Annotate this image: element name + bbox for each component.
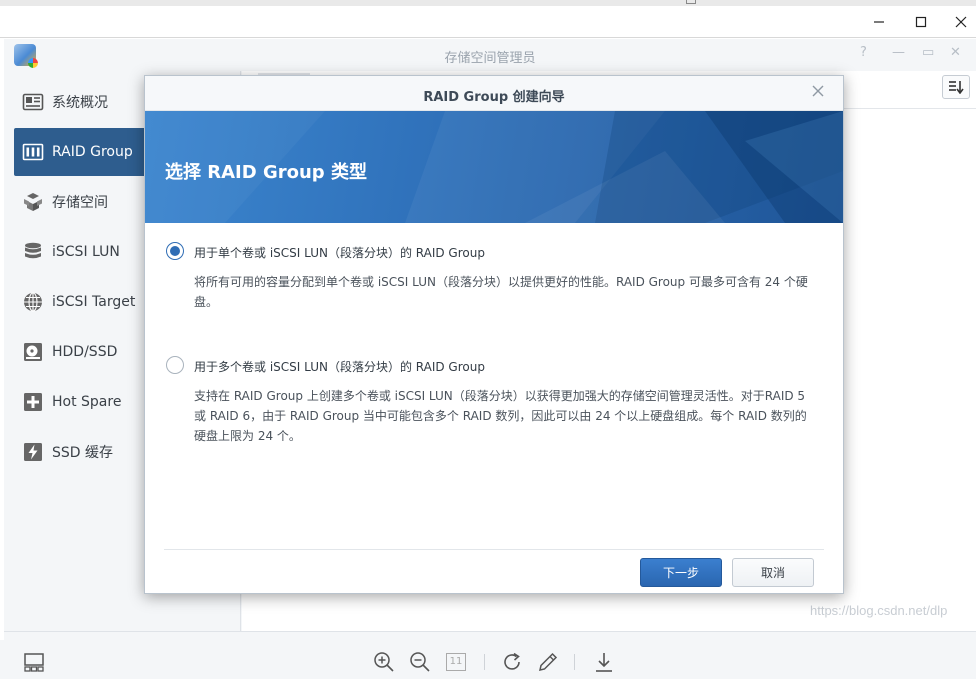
raid-group-icon [22,141,44,163]
minimize-icon [874,21,884,23]
volume-icon [22,191,44,213]
toolbar-divider [574,654,575,670]
next-button[interactable]: 下一步 [640,558,722,587]
raid-group-wizard-dialog: RAID Group 创建向导 选择 RAID Group 类型 用于单个卷或 … [144,75,844,594]
sidebar-item-label: 系统概况 [52,95,108,111]
download-icon[interactable] [592,650,616,674]
sort-button[interactable] [942,75,970,99]
page-box: 11 [446,653,466,671]
radio-single-volume[interactable] [166,242,184,260]
viewer-toolbar: 11 [0,640,976,679]
sidebar-item-label: HDD/SSD [52,344,118,360]
overview-icon [22,91,44,113]
outer-window-titlebar [0,6,976,38]
minimize-button[interactable] [856,6,902,38]
app-titlebar: 存储空间管理员 ? — ▭ ✕ [4,39,976,71]
wizard-banner: 选择 RAID Group 类型 [145,111,843,223]
sort-icon [949,81,964,94]
sidebar-item-label: iSCSI Target [52,294,136,310]
sidebar-item-label: Hot Spare [52,394,122,410]
zoom-out-icon[interactable] [408,650,432,674]
option-multiple-label[interactable]: 用于多个卷或 iSCSI LUN（段落分块）的 RAID Group [194,358,485,375]
app-title: 存储空间管理员 [444,51,536,66]
dialog-titlebar: RAID Group 创建向导 [145,76,843,111]
close-icon [955,16,967,28]
toolbar-divider [484,654,485,670]
sidebar-item-label: iSCSI LUN [52,244,120,260]
dialog-divider [164,549,824,550]
iscsi-target-icon [22,291,44,313]
actual-size-icon[interactable]: 11 [444,650,468,674]
close-icon [812,85,824,97]
layout-icon[interactable] [22,650,46,674]
app-maximize-icon[interactable]: ▭ [922,45,934,60]
iscsi-lun-icon [22,241,44,263]
rotate-icon[interactable] [500,650,524,674]
close-window-button[interactable] [938,6,976,38]
hdd-icon [22,341,44,363]
maximize-icon [915,16,927,28]
background-window-button [686,0,696,4]
sidebar-item-label: 存储空间 [52,195,108,211]
radio-multiple-volumes[interactable] [166,356,184,374]
option-single-label[interactable]: 用于单个卷或 iSCSI LUN（段落分块）的 RAID Group [194,244,485,261]
option-single-description: 将所有可用的容量分配到单个卷或 iSCSI LUN（段落分块）以提供更好的性能。… [194,275,808,309]
app-close-icon[interactable]: ✕ [950,45,961,60]
ssd-cache-icon [22,441,44,463]
watermark: https://blog.csdn.net/dlp [810,603,948,618]
wizard-heading: 选择 RAID Group 类型 [165,162,367,183]
help-icon[interactable]: ? [860,45,867,60]
dialog-title: RAID Group 创建向导 [423,90,565,105]
hot-spare-icon [22,391,44,413]
edit-pencil-icon[interactable] [536,650,560,674]
option-multiple-description: 支持在 RAID Group 上创建多个卷或 iSCSI LUN（段落分块）以获… [194,389,807,443]
sidebar-item-label: SSD 缓存 [52,445,114,461]
app-minimize-icon[interactable]: — [892,45,905,60]
cancel-button[interactable]: 取消 [732,558,814,587]
dialog-close-button[interactable] [807,82,829,104]
zoom-in-icon[interactable] [372,650,396,674]
sidebar-item-label: RAID Group [52,144,133,160]
